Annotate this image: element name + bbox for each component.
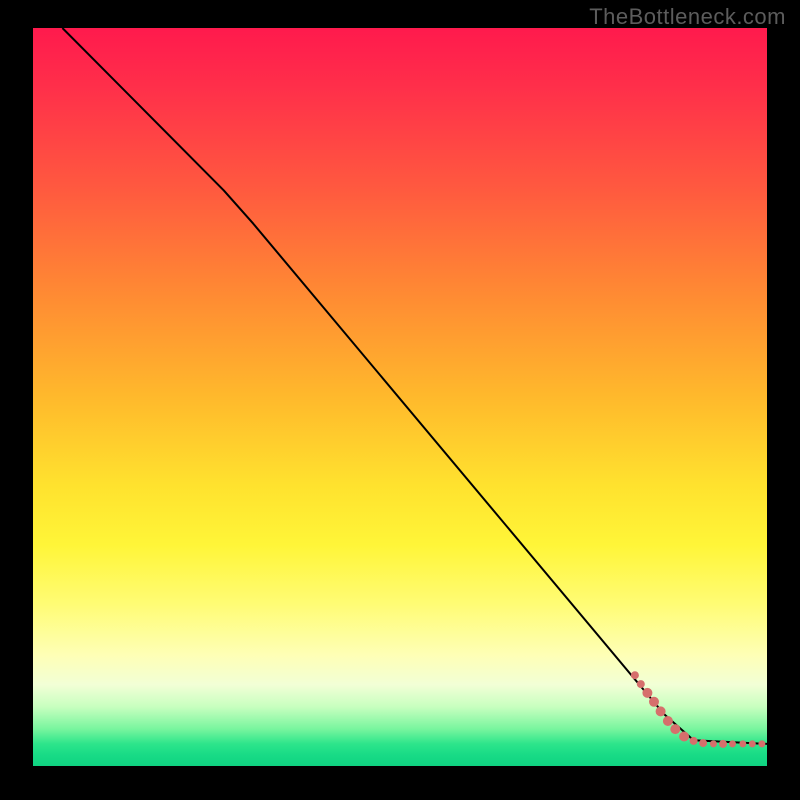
chart-overlay [33,28,767,766]
plot-area [33,28,767,766]
curve-line [62,28,767,744]
watermark-text: TheBottleneck.com [589,4,786,30]
chart-stage: TheBottleneck.com [0,0,800,800]
data-dots [631,671,766,748]
